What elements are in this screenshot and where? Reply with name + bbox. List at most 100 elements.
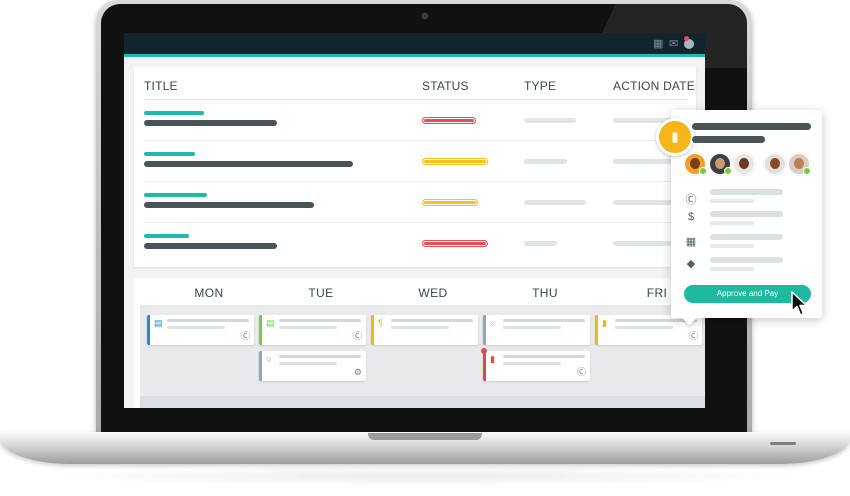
topbar-accent-line	[124, 54, 705, 57]
table-row[interactable]	[144, 182, 688, 223]
row-action-date	[613, 241, 673, 246]
mail-icon[interactable]: ✉	[669, 38, 678, 50]
event-subtitle	[391, 326, 449, 329]
table-row[interactable]	[144, 223, 688, 263]
laptop-shadow	[40, 466, 810, 486]
wordpress-icon: Ⓒ	[685, 194, 697, 206]
book-icon: ▮	[656, 118, 694, 156]
dollar-icon: $	[687, 211, 695, 223]
popover-title	[692, 123, 811, 130]
status-badge	[422, 199, 478, 206]
event-title	[503, 355, 585, 358]
row-type	[524, 200, 586, 205]
wordpress-icon: Ⓒ	[576, 367, 586, 377]
event-subtitle	[503, 326, 561, 329]
calendar-event[interactable]: ¶	[371, 315, 478, 345]
calendar-icon[interactable]: ▦	[653, 38, 663, 50]
wordpress-icon: Ⓒ	[352, 331, 362, 341]
avatar[interactable]	[764, 153, 786, 175]
event-alert-dot	[481, 348, 487, 354]
calendar-day-mon: MON	[194, 286, 224, 300]
row-title-text	[144, 161, 353, 167]
event-title	[279, 319, 361, 322]
avatar[interactable]	[788, 153, 811, 175]
row-title-accent	[144, 193, 207, 197]
calendar-event[interactable]: ▮ Ⓒ	[483, 351, 590, 381]
status-badge	[422, 117, 476, 124]
wordpress-icon: Ⓒ	[688, 331, 698, 341]
meta-value	[710, 211, 783, 217]
event-title	[279, 355, 361, 358]
document-icon: ▤	[154, 318, 163, 328]
laptop-screen: ▦ ✉ TITLE STATUS TYPE ACTION DATE MON TU…	[124, 33, 705, 408]
online-indicator	[803, 167, 811, 175]
meta-value	[710, 234, 783, 240]
book-icon: ▮	[490, 354, 495, 364]
avatar[interactable]	[733, 153, 755, 175]
column-header-title[interactable]: TITLE	[144, 79, 178, 93]
column-header-type[interactable]: TYPE	[524, 79, 556, 93]
mouse-cursor-icon	[791, 291, 808, 316]
row-title-accent	[144, 111, 204, 115]
calendar-event[interactable]: ▤ Ⓒ	[259, 315, 366, 345]
column-header-action-date[interactable]: ACTION DATE	[613, 79, 695, 93]
event-subtitle	[615, 326, 673, 329]
online-indicator	[699, 167, 707, 175]
calendar-icon: ▦	[685, 236, 697, 248]
row-title-text	[144, 243, 277, 249]
row-title-accent	[144, 234, 189, 238]
notification-badge	[684, 36, 689, 41]
event-title	[391, 319, 473, 322]
document-icon: ▤	[266, 318, 275, 328]
event-subtitle	[279, 326, 337, 329]
event-subtitle	[503, 362, 561, 365]
row-type	[524, 241, 557, 246]
table-row[interactable]	[144, 100, 688, 141]
event-title	[503, 319, 585, 322]
avatar[interactable]	[709, 153, 732, 175]
wordpress-icon: Ⓒ	[240, 331, 250, 341]
meta-subvalue	[710, 267, 754, 271]
meta-value	[710, 257, 783, 263]
event-subtitle	[167, 326, 225, 329]
webcam	[422, 13, 428, 19]
weekly-calendar: MON TUE WED THU FRI ▤ Ⓒ ▤ Ⓒ ○ ⚙ ¶ ○ ▮ Ⓒ …	[134, 278, 705, 408]
calendar-event[interactable]: ○ ⚙	[259, 351, 366, 381]
avatar[interactable]	[684, 153, 707, 175]
column-header-status[interactable]: STATUS	[422, 79, 469, 93]
status-badge	[422, 158, 488, 165]
lightbulb-icon: ○	[490, 318, 496, 328]
row-title-text	[144, 202, 314, 208]
paragraph-icon: ¶	[378, 318, 383, 328]
row-title-accent	[144, 152, 195, 156]
calendar-event[interactable]: ▤ Ⓒ	[147, 315, 254, 345]
meta-subvalue	[710, 244, 754, 248]
gears-icon: ⚙	[353, 367, 362, 377]
laptop-hinge-notch	[368, 433, 482, 440]
meta-subvalue	[710, 199, 754, 203]
row-action-date	[613, 200, 673, 205]
popover-subtitle	[692, 136, 765, 143]
laptop-indicator	[770, 442, 796, 445]
book-icon: ▮	[602, 318, 607, 328]
event-subtitle	[279, 362, 337, 365]
meta-value	[710, 189, 783, 195]
row-type	[524, 118, 576, 123]
row-title-text	[144, 120, 277, 126]
content-table: TITLE STATUS TYPE ACTION DATE	[134, 67, 696, 267]
calendar-day-wed: WED	[418, 286, 448, 300]
lightbulb-icon: ○	[266, 354, 272, 364]
tag-icon: ◆	[686, 258, 696, 270]
event-title	[167, 319, 249, 322]
calendar-day-tue: TUE	[308, 286, 334, 300]
table-row[interactable]	[144, 141, 688, 182]
row-action-date	[613, 159, 673, 164]
meta-subvalue	[710, 221, 754, 225]
row-type	[524, 159, 567, 164]
calendar-event[interactable]: ○	[483, 315, 590, 345]
status-badge	[422, 240, 488, 247]
online-indicator	[724, 167, 732, 175]
app-topbar: ▦ ✉	[124, 33, 705, 57]
calendar-day-thu: THU	[532, 286, 558, 300]
calendar-footer	[140, 396, 705, 408]
